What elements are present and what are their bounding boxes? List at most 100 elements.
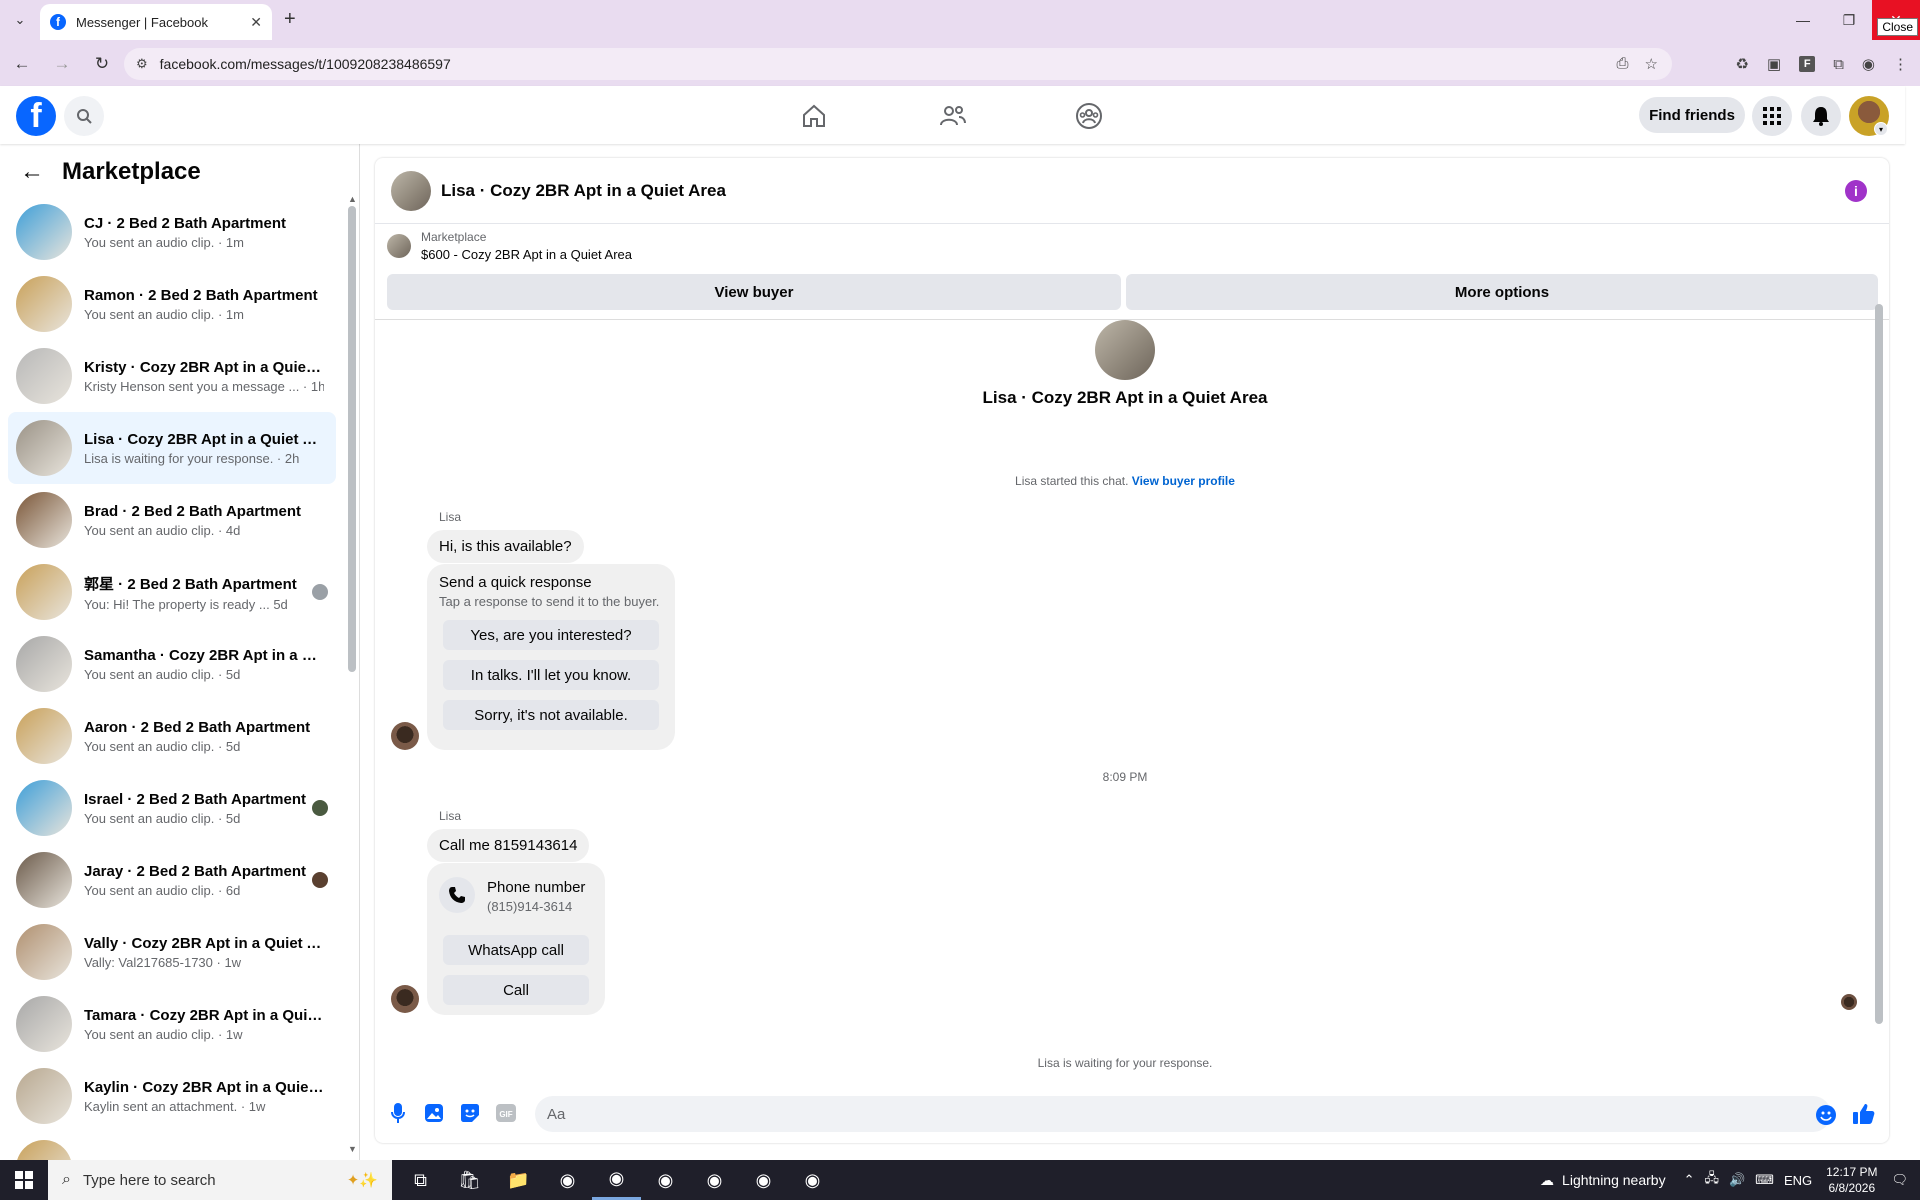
- conversation-preview: You sent an audio clip. · 6d: [84, 882, 241, 898]
- find-friends-button[interactable]: Find friends: [1639, 97, 1745, 133]
- quick-response-subtitle: Tap a response to send it to the buyer.: [439, 594, 660, 609]
- facebook-logo-icon[interactable]: f: [16, 96, 56, 136]
- groups-icon[interactable]: [1071, 98, 1107, 134]
- keyboard-icon[interactable]: ⌨: [1755, 1172, 1774, 1188]
- conversation-item[interactable]: Jaray · 2 Bed 2 Bath Apartment You sent a…: [8, 844, 336, 916]
- buyer-avatar[interactable]: [391, 985, 419, 1013]
- conversation-item[interactable]: Lisa · Cozy 2BR Apt in a Quiet Ar... Lisa…: [8, 412, 336, 484]
- chat-listing-thumbnail[interactable]: [391, 170, 431, 211]
- message-input[interactable]: [535, 1096, 1831, 1132]
- browser-menu-icon[interactable]: ⋮: [1893, 55, 1908, 73]
- listing-summary[interactable]: Marketplace $600 - Cozy 2BR Apt in a Qui…: [387, 230, 632, 262]
- conversation-preview: Lisa is waiting for your response. · 2h: [84, 450, 300, 466]
- chrome-icon[interactable]: ◉: [739, 1160, 788, 1200]
- browser-tab[interactable]: f Messenger | Facebook ✕: [40, 4, 272, 40]
- conversation-item[interactable]: Aaron · 2 Bed 2 Bath Apartment You sent a…: [8, 700, 336, 772]
- conversation-item[interactable]: Tamara · Cozy 2BR Apt in a Quie... You se…: [8, 988, 336, 1060]
- new-tab-icon[interactable]: +: [284, 8, 296, 31]
- conversation-item[interactable]: Israel · 2 Bed 2 Bath Apartment You sent …: [8, 772, 336, 844]
- address-bar[interactable]: ⚙ facebook.com/messages/t/10092082384865…: [124, 48, 1672, 80]
- file-explorer-icon[interactable]: 📁: [494, 1160, 543, 1200]
- scroll-up-arrow-icon[interactable]: ▲: [348, 194, 357, 204]
- photo-icon[interactable]: [423, 1102, 445, 1124]
- conversation-item[interactable]: Kaylin · Cozy 2BR Apt in a Quiet ... Kayl…: [8, 1060, 336, 1132]
- network-icon[interactable]: 🖧: [1704, 1169, 1719, 1191]
- conversation-item[interactable]: CJ · 2 Bed 2 Bath Apartment You sent an a…: [8, 196, 336, 268]
- extension-f-icon[interactable]: F: [1799, 56, 1816, 72]
- conversation-item[interactable]: 郭星 · 2 Bed 2 Bath Apartment You: Hi! The …: [8, 556, 336, 628]
- view-buyer-profile-link[interactable]: View buyer profile: [1132, 474, 1235, 488]
- buyer-profile-picture[interactable]: [1095, 320, 1155, 380]
- back-icon[interactable]: ←: [4, 48, 40, 80]
- chrome-icon[interactable]: ◉: [543, 1160, 592, 1200]
- buyer-avatar[interactable]: [391, 722, 419, 750]
- taskbar-search[interactable]: ⌕ Type here to search ✦✨: [48, 1160, 392, 1200]
- message-bubble[interactable]: Hi, is this available?: [427, 530, 584, 563]
- info-icon[interactable]: i: [1845, 180, 1867, 202]
- scroll-down-arrow-icon[interactable]: ▼: [348, 1144, 357, 1154]
- conversation-item[interactable]: Ramon · 2 Bed 2 Bath Apartment You sent a…: [8, 268, 336, 340]
- language-indicator[interactable]: ENG: [1784, 1173, 1812, 1188]
- search-icon[interactable]: [64, 96, 104, 136]
- extension-icon-2[interactable]: ▣: [1767, 55, 1781, 73]
- minimize-icon[interactable]: —: [1780, 0, 1826, 40]
- forward-icon[interactable]: →: [44, 48, 80, 80]
- chrome-icon[interactable]: ◉: [690, 1160, 739, 1200]
- home-icon[interactable]: [796, 98, 832, 134]
- conversation-preview: Vally: Val217685-1730 · 1w: [84, 954, 242, 970]
- volume-icon[interactable]: 🔊: [1729, 1172, 1745, 1188]
- seen-avatar: [312, 872, 328, 888]
- whatsapp-call-button[interactable]: WhatsApp call: [443, 935, 589, 965]
- extension-icon-1[interactable]: ♻: [1736, 55, 1749, 73]
- notifications-bell-icon[interactable]: [1801, 96, 1841, 136]
- sticker-icon[interactable]: [459, 1102, 481, 1124]
- gif-icon[interactable]: GIF: [495, 1102, 517, 1124]
- conversation-preview: You sent an audio clip. · 4d: [84, 522, 241, 538]
- tab-close-icon[interactable]: ✕: [250, 14, 262, 31]
- emoji-icon[interactable]: [1815, 1104, 1837, 1126]
- extensions-puzzle-icon[interactable]: ⧉: [1833, 56, 1844, 73]
- bookmark-star-icon[interactable]: ☆: [1645, 55, 1658, 73]
- site-info-icon[interactable]: ⚙: [136, 56, 148, 72]
- microsoft-store-icon[interactable]: 🛍: [445, 1160, 494, 1200]
- menu-grid-icon[interactable]: [1752, 96, 1792, 136]
- install-app-icon[interactable]: ⎙: [1617, 55, 1629, 73]
- chrome-icon[interactable]: ◉: [641, 1160, 690, 1200]
- chat-scrollbar[interactable]: [1875, 304, 1883, 1024]
- like-thumbs-up-icon[interactable]: [1851, 1101, 1877, 1127]
- back-arrow-icon[interactable]: ←: [20, 158, 44, 186]
- sidebar-scrollbar[interactable]: [348, 206, 356, 672]
- account-chevron-down-icon[interactable]: ▾: [1874, 122, 1888, 136]
- chrome-icon-active[interactable]: ◉: [592, 1160, 641, 1200]
- restore-icon[interactable]: ❐: [1826, 0, 1872, 40]
- conversation-item[interactable]: Brad · 2 Bed 2 Bath Apartment You sent an…: [8, 484, 336, 556]
- tab-search-dropdown-icon[interactable]: ⌄: [8, 8, 32, 32]
- conversation-item[interactable]: Kristy · Cozy 2BR Apt in a Quiet ... Kris…: [8, 340, 336, 412]
- conversation-item[interactable]: Samantha · Cozy 2BR Apt in a Q... You sen…: [8, 628, 336, 700]
- chat-title[interactable]: Lisa · Cozy 2BR Apt in a Quiet Area: [441, 181, 726, 201]
- quick-response-not-available-button[interactable]: Sorry, it's not available.: [443, 700, 659, 730]
- more-options-button[interactable]: More options: [1126, 274, 1878, 310]
- message-bubble[interactable]: Call me 8159143614: [427, 829, 590, 862]
- notification-center-icon[interactable]: 🗨: [1891, 1172, 1908, 1188]
- task-view-icon[interactable]: ⧉: [396, 1160, 445, 1200]
- url-text[interactable]: facebook.com/messages/t/1009208238486597: [160, 56, 451, 72]
- call-button[interactable]: Call: [443, 975, 589, 1005]
- microphone-icon[interactable]: [387, 1102, 409, 1124]
- quick-response-yes-button[interactable]: Yes, are you interested?: [443, 620, 659, 650]
- profile-icon[interactable]: ◉: [1862, 55, 1875, 73]
- chrome-icon[interactable]: ◉: [788, 1160, 837, 1200]
- windows-taskbar: ⌕ Type here to search ✦✨ ⧉ 🛍 📁 ◉ ◉ ◉ ◉ ◉…: [0, 1160, 1920, 1200]
- conversation-item[interactable]: Vally · Cozy 2BR Apt in a Quiet A... Vall…: [8, 916, 336, 988]
- clock-time: 12:17 PM: [1826, 1165, 1878, 1179]
- view-buyer-button[interactable]: View buyer: [387, 274, 1121, 310]
- message-timestamp: 8:09 PM: [1102, 770, 1148, 784]
- tray-chevron-up-icon[interactable]: ⌃: [1684, 1172, 1695, 1188]
- weather-widget[interactable]: ☁ Lightning nearby: [1540, 1172, 1666, 1189]
- clock[interactable]: 12:17 PM 6/8/2026: [1826, 1164, 1877, 1196]
- quick-response-in-talks-button[interactable]: In talks. I'll let you know.: [443, 660, 659, 690]
- windows-start-icon[interactable]: [0, 1160, 48, 1200]
- conversation-name: Jaray · 2 Bed 2 Bath Apartment: [84, 862, 307, 880]
- reload-icon[interactable]: ↻: [84, 48, 120, 80]
- friends-icon[interactable]: [935, 98, 971, 134]
